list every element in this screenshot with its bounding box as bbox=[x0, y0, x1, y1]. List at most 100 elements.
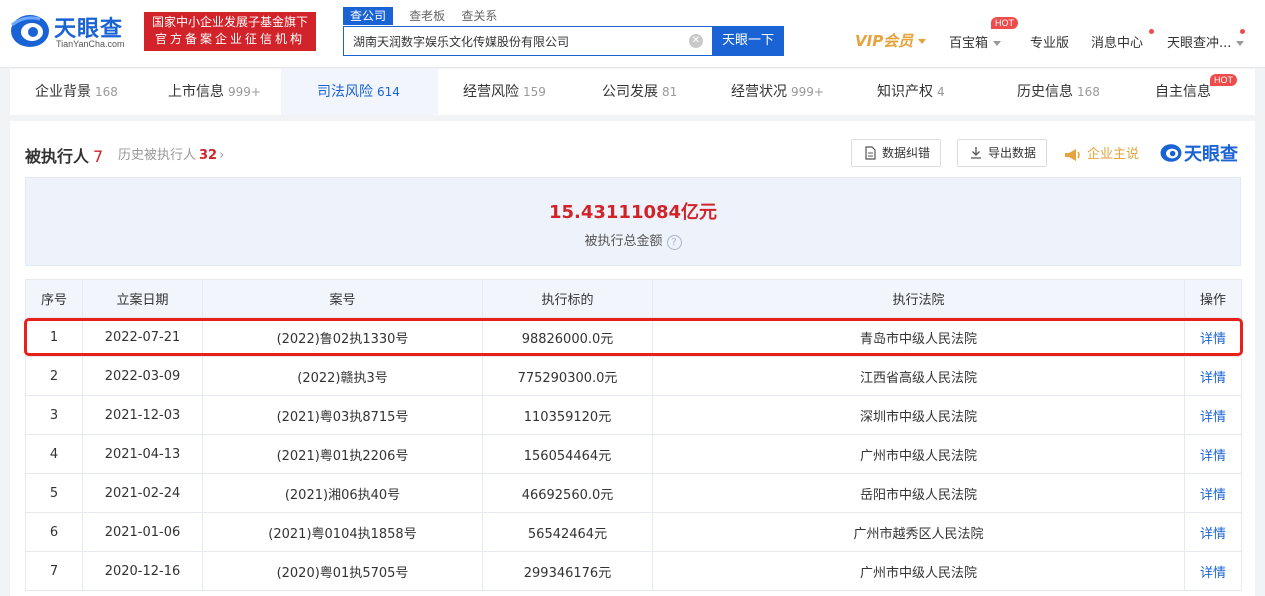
user-name: 天眼查冲... bbox=[1167, 36, 1232, 51]
col-header-index: 序号 bbox=[25, 279, 83, 318]
vip-menu[interactable]: VIP会员 bbox=[855, 30, 927, 51]
badge-line-2: 官方备案企业征信机构 bbox=[154, 32, 305, 46]
cell-case-number: (2022)赣执3号 bbox=[202, 356, 483, 396]
tianyancha-watermark: 天眼查 bbox=[1160, 140, 1238, 166]
cell-case-number: (2022)鲁02执1330号 bbox=[202, 317, 483, 357]
tab-judicial-risk[interactable]: 司法风险 614 bbox=[281, 69, 438, 115]
chevron-down-icon bbox=[918, 39, 927, 44]
tab-self-info[interactable]: 自主信息 bbox=[1155, 69, 1211, 115]
search-tab-company[interactable]: 查公司 bbox=[343, 7, 394, 25]
vip-label: VIP会员 bbox=[855, 32, 914, 50]
cell-index: 5 bbox=[25, 473, 83, 513]
cell-index: 3 bbox=[25, 395, 83, 435]
section-title: 被执行人 7 bbox=[25, 143, 103, 167]
cell-court: 广州市越秀区人民法院 bbox=[652, 512, 1185, 552]
tab-count: 159 bbox=[523, 85, 546, 99]
history-label: 历史被执行人 bbox=[118, 148, 197, 163]
notification-dot bbox=[1240, 29, 1245, 34]
col-header-court: 执行法院 bbox=[652, 279, 1185, 318]
table-row: 7 2020-12-16 (2020)粤01执5705号 299346176元 … bbox=[25, 551, 1242, 591]
pro-link[interactable]: 专业版 bbox=[1030, 32, 1069, 51]
chevron-down-icon bbox=[1236, 41, 1245, 46]
tab-label: 上市信息 bbox=[168, 84, 224, 100]
cell-amount: 299346176元 bbox=[482, 551, 653, 591]
export-data-label: 导出数据 bbox=[988, 146, 1037, 160]
data-correction-button[interactable]: 数据纠错 bbox=[851, 139, 942, 167]
cell-court: 深圳市中级人民法院 bbox=[652, 395, 1185, 435]
tab-count: 614 bbox=[377, 85, 400, 99]
total-amount: 15.43111084亿元 bbox=[548, 202, 718, 223]
col-header-amount: 执行标的 bbox=[482, 279, 653, 318]
cell-date: 2021-02-24 bbox=[82, 473, 203, 513]
tab-label: 企业背景 bbox=[35, 84, 91, 100]
top-header: 天眼查 TianYanCha.com 国家中小企业发展子基金旗下 官方备案企业征… bbox=[0, 0, 1265, 68]
detail-link[interactable]: 详情 bbox=[1184, 395, 1242, 435]
search-button[interactable]: 天眼一下 bbox=[712, 26, 784, 56]
enterprise-speak-link[interactable]: 企业主说 bbox=[1064, 143, 1139, 162]
table-header-row: 序号 立案日期 案号 执行标的 执行法院 操作 bbox=[25, 279, 1242, 318]
section-title-text: 被执行人 bbox=[25, 147, 90, 166]
category-tabs: 企业背景 168 上市信息 999+ 司法风险 614 经营风险 159 公司发展 81 … bbox=[10, 69, 1255, 115]
tab-count: 168 bbox=[1077, 85, 1100, 99]
cell-case-number: (2021)湘06执40号 bbox=[202, 473, 483, 513]
detail-link[interactable]: 详情 bbox=[1184, 551, 1242, 591]
detail-link[interactable]: 详情 bbox=[1184, 434, 1242, 474]
baibao-menu[interactable]: 百宝箱 bbox=[949, 32, 1002, 51]
detail-link[interactable]: 详情 bbox=[1184, 317, 1242, 357]
cell-amount: 156054464元 bbox=[482, 434, 653, 474]
document-icon bbox=[865, 146, 876, 160]
help-icon[interactable]: ? bbox=[666, 235, 682, 250]
tab-count: 999+ bbox=[791, 85, 824, 99]
search-box: ✕ bbox=[343, 26, 713, 56]
clear-icon[interactable]: ✕ bbox=[689, 34, 703, 48]
cell-amount: 110359120元 bbox=[482, 395, 653, 435]
search-input[interactable] bbox=[344, 27, 684, 55]
tab-company-development[interactable]: 公司发展 81 bbox=[602, 69, 677, 115]
export-data-button[interactable]: 导出数据 bbox=[957, 139, 1048, 167]
tab-enterprise-background[interactable]: 企业背景 168 bbox=[35, 69, 118, 115]
data-correction-label: 数据纠错 bbox=[882, 146, 931, 160]
cell-date: 2022-03-09 bbox=[82, 356, 203, 396]
tab-count: 168 bbox=[95, 85, 118, 99]
baibao-label: 百宝箱 bbox=[949, 36, 989, 51]
cell-index: 6 bbox=[25, 512, 83, 552]
megaphone-icon bbox=[1065, 148, 1080, 161]
user-menu[interactable]: 天眼查冲... bbox=[1167, 32, 1245, 51]
tab-intellectual-property[interactable]: 知识产权 4 bbox=[877, 69, 945, 115]
cell-date: 2022-07-21 bbox=[82, 317, 203, 357]
badge-line-1: 国家中小企业发展子基金旗下 bbox=[151, 15, 308, 29]
total-label-text: 被执行总金额 bbox=[584, 234, 663, 249]
col-header-action: 操作 bbox=[1184, 279, 1242, 318]
total-amount-summary: 15.43111084亿元 被执行总金额? bbox=[25, 177, 1241, 266]
executed-person-panel: 被执行人 7 历史被执行人 32 › 数据纠错 导出数据 企业主说 天眼查 15.43… bbox=[10, 121, 1255, 596]
cell-amount: 775290300.0元 bbox=[482, 356, 653, 396]
tab-label: 知识产权 bbox=[877, 84, 933, 100]
chevron-right-icon: › bbox=[219, 148, 225, 163]
message-center-link[interactable]: 消息中心 bbox=[1091, 32, 1143, 51]
tab-operating-status[interactable]: 经营状况 999+ bbox=[731, 69, 824, 115]
detail-link[interactable]: 详情 bbox=[1184, 356, 1242, 396]
cell-court: 岳阳市中级人民法院 bbox=[652, 473, 1185, 513]
col-header-case-number: 案号 bbox=[202, 279, 483, 318]
tab-label: 自主信息 bbox=[1155, 84, 1211, 100]
detail-link[interactable]: 详情 bbox=[1184, 512, 1242, 552]
hot-badge: HOT bbox=[1210, 74, 1237, 86]
chevron-down-icon bbox=[993, 41, 1002, 46]
detail-link[interactable]: 详情 bbox=[1184, 473, 1242, 513]
cell-case-number: (2021)粤0104执1858号 bbox=[202, 512, 483, 552]
history-count: 32 bbox=[199, 148, 218, 163]
col-header-date: 立案日期 bbox=[82, 279, 203, 318]
tab-operating-risk[interactable]: 经营风险 159 bbox=[463, 69, 546, 115]
tab-history-info[interactable]: 历史信息 168 bbox=[1017, 69, 1100, 115]
promo-label: 企业主说 bbox=[1087, 147, 1140, 162]
tianyancha-logo[interactable]: 天眼查 TianYanCha.com bbox=[10, 11, 136, 51]
search-tab-relation[interactable]: 查关系 bbox=[461, 7, 497, 25]
search-tab-boss[interactable]: 查老板 bbox=[409, 7, 445, 25]
tab-listing-info[interactable]: 上市信息 999+ bbox=[168, 69, 261, 115]
table-row: 2 2022-03-09 (2022)赣执3号 775290300.0元 江西省… bbox=[25, 356, 1242, 396]
tab-label: 经营状况 bbox=[731, 84, 787, 100]
table-row: 4 2021-04-13 (2021)粤01执2206号 156054464元 … bbox=[25, 434, 1242, 474]
tab-label: 司法风险 bbox=[317, 84, 373, 100]
brand-small-text: 天眼查 bbox=[1184, 144, 1238, 165]
history-executed-link[interactable]: 历史被执行人 32 › bbox=[118, 144, 224, 163]
